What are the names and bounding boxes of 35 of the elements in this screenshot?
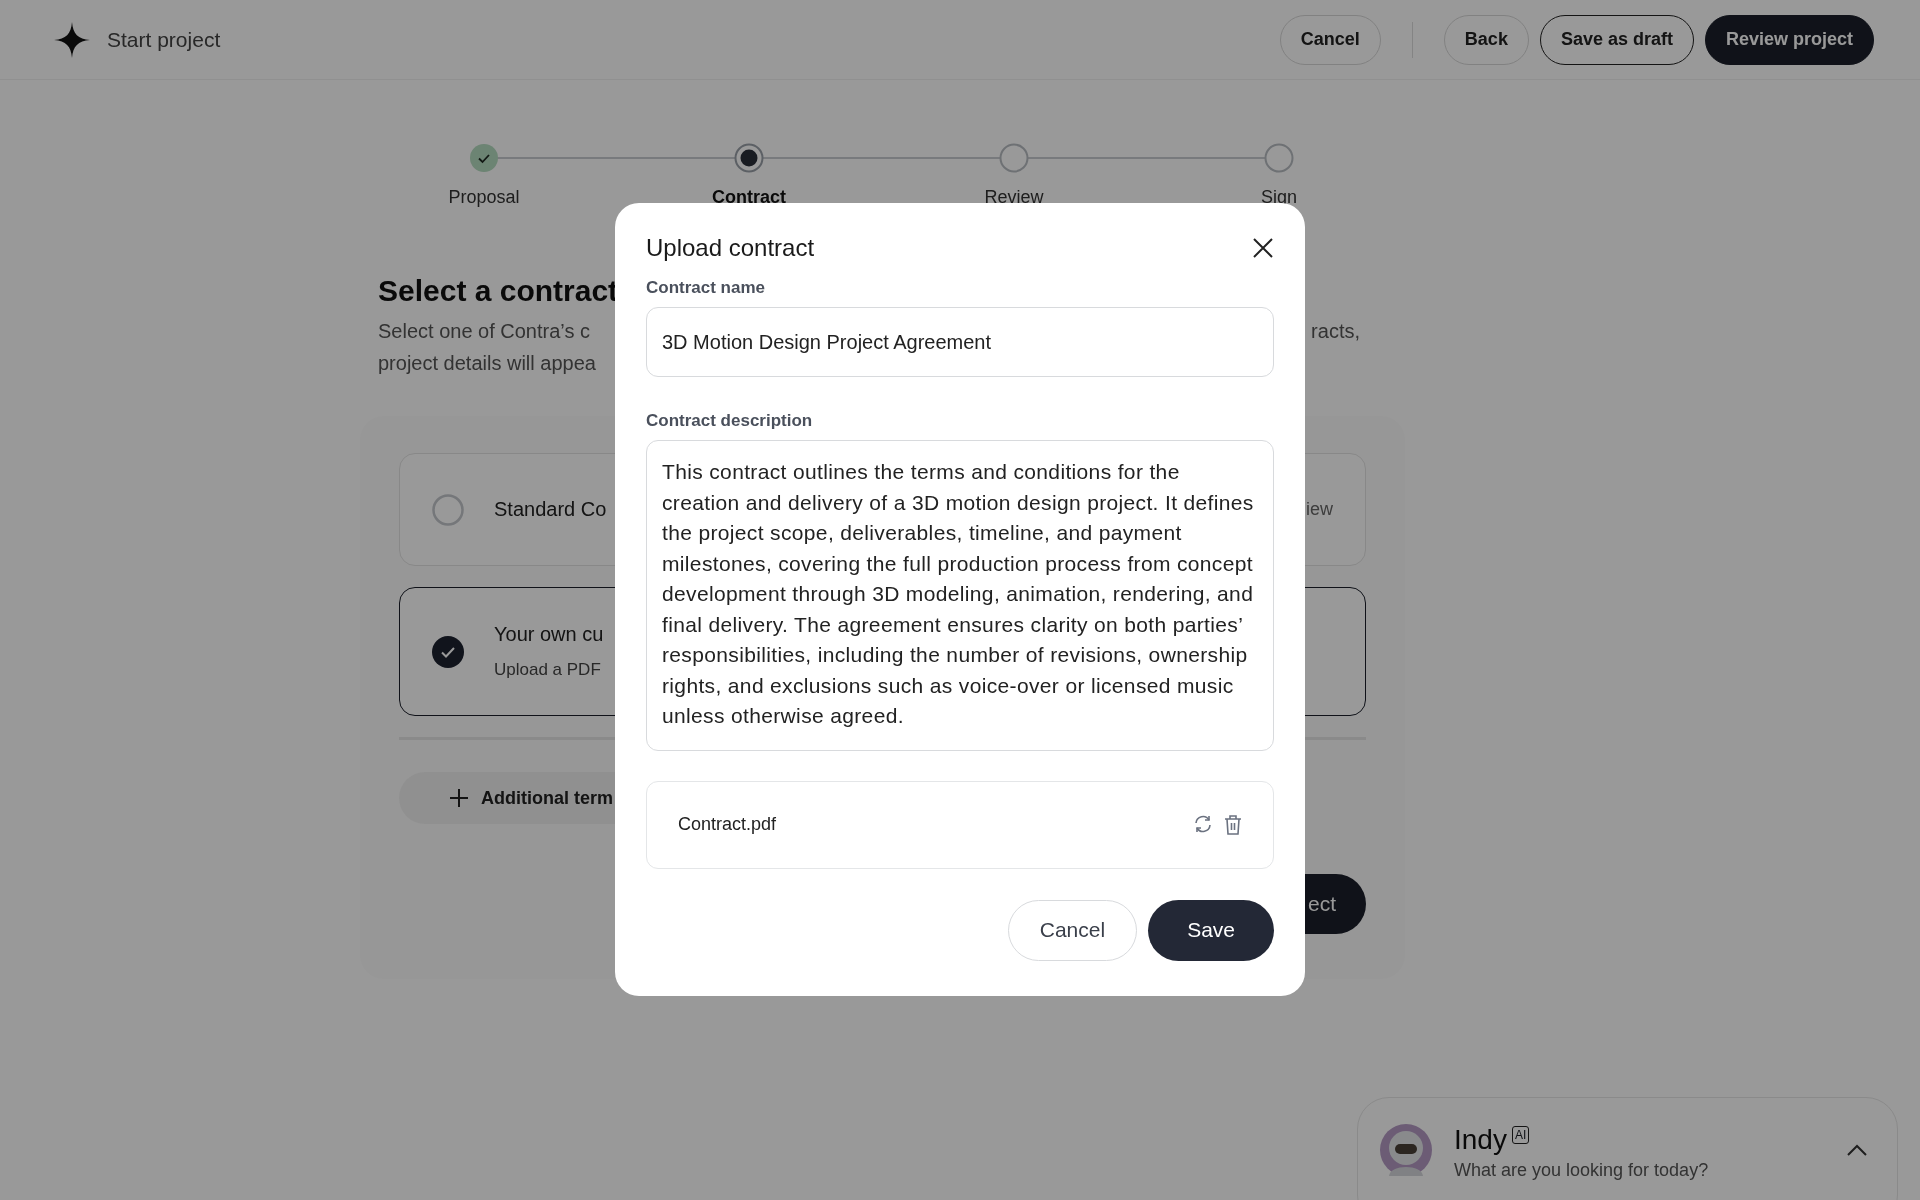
- field-label: Contract description: [646, 411, 814, 431]
- contract-name-field[interactable]: 3D Motion Design Project Agreement: [646, 307, 1274, 377]
- page-title: Start project: [107, 27, 221, 52]
- assistant-prompt: What are you looking for today?: [1454, 1160, 1710, 1181]
- header-button[interactable]: Review project: [1704, 14, 1874, 65]
- option-title: Standard Co: [494, 498, 607, 521]
- contract-description-field[interactable]: This contract outlines the terms and conditions for the creation and delivery of a 3D motion design project. It defines the project scope, deliverables, timeline, and payment milestones, covering the full production process from concept development through 3D modeling, animation, rendering, and final delivery. The agreement ensures clarity on both parties’ responsibilities, including the number of revisions, ownership rights, and exclusions such as voice-over or licensed music unless otherwise agreed.: [646, 440, 1274, 751]
- field-label: Contract name: [646, 278, 767, 298]
- refresh-icon: [1193, 813, 1213, 834]
- header-button[interactable]: Back: [1443, 14, 1529, 65]
- dialog-title: Upload contract: [646, 234, 815, 262]
- option-title: Your own cu: [494, 623, 604, 646]
- ai-badge: AI: [1511, 1126, 1530, 1144]
- delete-button[interactable]: [1223, 813, 1243, 836]
- description-text: project details will appea: [378, 352, 596, 376]
- header-button[interactable]: Save as draft: [1539, 14, 1694, 65]
- chevron-up-icon: [1847, 1144, 1867, 1156]
- trash-icon: [1223, 813, 1243, 836]
- avatar-icon: [1380, 1124, 1432, 1176]
- logo-icon: [54, 21, 90, 58]
- preview-link[interactable]: iew: [1306, 499, 1333, 520]
- description-text: Select one of Contra’s c: [378, 320, 590, 344]
- option-subtitle: Upload a PDF: [494, 660, 601, 680]
- plus-icon: [449, 788, 469, 808]
- step-label: Review: [984, 187, 1044, 208]
- save-button[interactable]: Save: [1148, 899, 1274, 961]
- description-text: racts,: [1311, 320, 1360, 344]
- step-label: Proposal: [448, 187, 520, 208]
- step-label: Contract: [712, 187, 786, 208]
- assistant-name: Indy: [1454, 1124, 1507, 1156]
- section-title: Select a contract: [378, 274, 619, 308]
- cancel-button[interactable]: Cancel: [1007, 899, 1138, 961]
- close-icon: [1252, 237, 1274, 259]
- header-button[interactable]: Cancel: [1279, 14, 1381, 65]
- close-button[interactable]: [1252, 237, 1274, 259]
